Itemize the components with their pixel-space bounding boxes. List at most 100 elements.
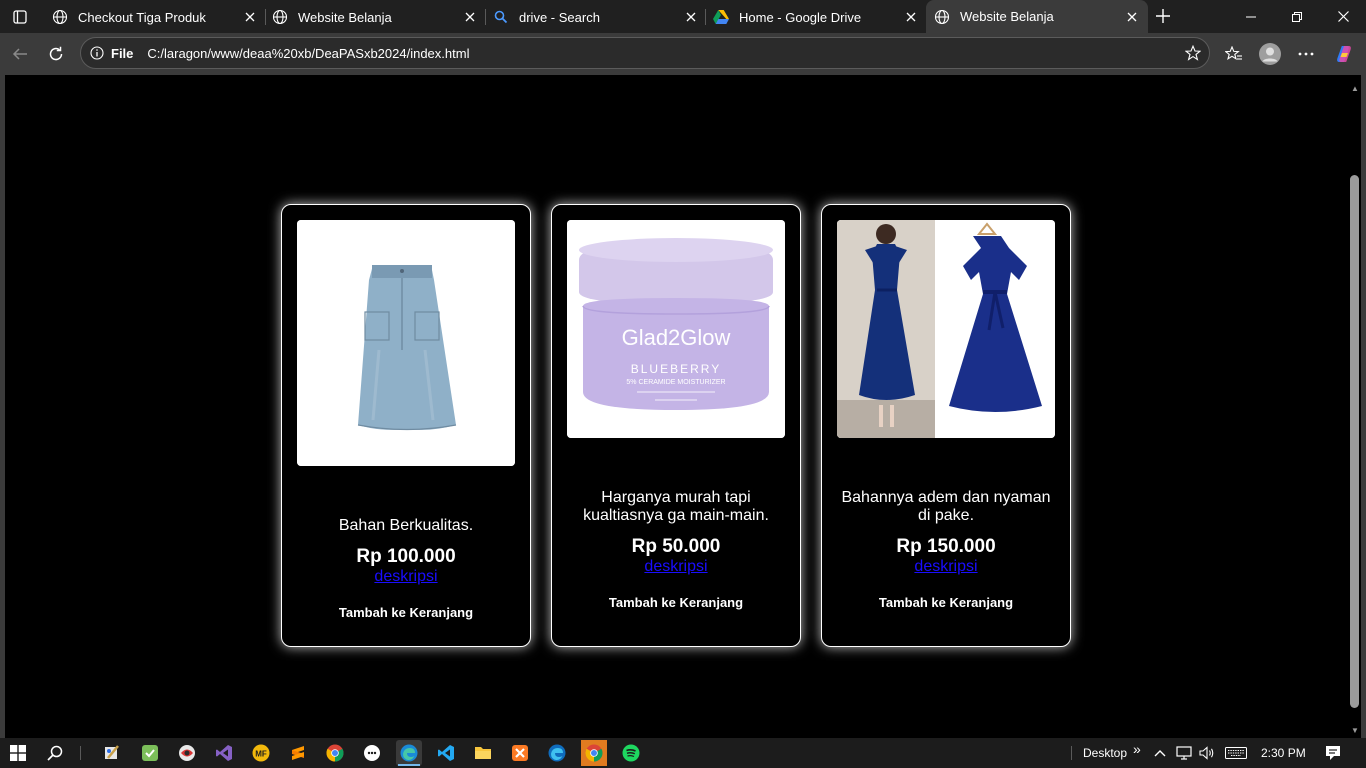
product-price: Rp 100.000 xyxy=(356,546,456,567)
window-edge xyxy=(1361,75,1366,738)
start-button[interactable] xyxy=(5,740,31,766)
tab-strip: Checkout Tiga Produk Website Belanja dri… xyxy=(0,0,1366,33)
taskbar-app-notepad[interactable] xyxy=(137,740,163,766)
add-to-cart-button[interactable]: Tambah ke Keranjang xyxy=(552,595,800,610)
product-description-link[interactable]: deskripsi xyxy=(914,558,977,575)
google-drive-icon xyxy=(713,9,729,25)
taskbar-app-visual-studio[interactable] xyxy=(211,740,237,766)
close-tab-icon[interactable] xyxy=(903,9,919,25)
keyboard-icon xyxy=(1225,747,1247,759)
product-price: Rp 150.000 xyxy=(896,536,996,557)
taskbar-divider xyxy=(80,746,81,760)
jar-subtitle-text: 5% CERAMIDE MOISTURIZER xyxy=(626,379,725,386)
product-image-navy-dress xyxy=(837,220,1055,438)
tab-google-drive[interactable]: Home - Google Drive xyxy=(705,3,927,31)
taskbar-app-edge-dev[interactable] xyxy=(544,740,570,766)
close-tab-icon[interactable] xyxy=(683,9,699,25)
tab-website-belanja-active[interactable]: Website Belanja xyxy=(926,0,1148,33)
avatar-icon xyxy=(1259,43,1281,65)
search-button[interactable] xyxy=(42,740,68,766)
favorites-button[interactable] xyxy=(1218,38,1250,70)
chrome-icon xyxy=(326,744,344,762)
edge-icon xyxy=(400,744,418,762)
close-window-button[interactable] xyxy=(1320,0,1366,33)
taskbar-app-chat[interactable] xyxy=(359,740,385,766)
notepad-check-icon xyxy=(142,745,158,761)
copilot-button[interactable] xyxy=(1328,38,1360,70)
windows-logo-icon xyxy=(10,745,26,761)
tab-website-belanja[interactable]: Website Belanja xyxy=(264,3,486,31)
tab-actions-button[interactable] xyxy=(0,0,40,33)
tab-drive-search[interactable]: drive - Search xyxy=(485,3,707,31)
copilot-icon xyxy=(1337,46,1351,62)
paint-icon xyxy=(105,745,119,759)
speaker-icon xyxy=(1199,746,1214,760)
game-app-icon xyxy=(179,745,195,761)
add-to-cart-button[interactable]: Tambah ke Keranjang xyxy=(282,605,530,620)
taskbar-app-mf[interactable]: MF xyxy=(248,740,274,766)
input-indicator-button[interactable] xyxy=(1222,740,1250,766)
settings-more-button[interactable] xyxy=(1290,38,1322,70)
taskbar-app-sublime[interactable] xyxy=(285,740,311,766)
taskbar-app-edge[interactable] xyxy=(396,740,422,766)
new-tab-button[interactable] xyxy=(1151,4,1175,28)
address-bar[interactable]: File C:/laragon/www/deaa%20xb/DeaPASxb20… xyxy=(80,37,1210,69)
product-description: Harganya murah tapi kualtiasnya ga main-… xyxy=(583,489,769,524)
favorite-star-icon[interactable] xyxy=(1177,37,1209,69)
chat-bubble-icon xyxy=(364,745,380,761)
taskbar-app-paint[interactable] xyxy=(99,740,125,766)
product-description-link[interactable]: deskripsi xyxy=(644,558,707,575)
product-card: Glad2Glow BLUEBERRY 5% CERAMIDE MOISTURI… xyxy=(551,204,801,647)
product-card: Bahannya adem dan nyaman di pake. Rp 150… xyxy=(821,204,1071,647)
tab-actions-icon xyxy=(13,9,27,24)
url-text[interactable]: C:/laragon/www/deaa%20xb/DeaPASxb2024/in… xyxy=(147,46,1177,61)
search-icon xyxy=(493,9,509,25)
taskbar-app-spotify[interactable] xyxy=(618,740,644,766)
browser-toolbar: File C:/laragon/www/deaa%20xb/DeaPASxb20… xyxy=(0,33,1366,75)
taskbar-app-chrome[interactable] xyxy=(322,740,348,766)
mf-app-icon: MF xyxy=(252,744,270,762)
taskbar-app-xampp[interactable] xyxy=(507,740,533,766)
scrollbar-thumb[interactable] xyxy=(1350,175,1359,708)
minimize-button[interactable] xyxy=(1228,0,1274,33)
scroll-up-arrow-icon[interactable]: ▲ xyxy=(1351,84,1359,93)
volume-button[interactable] xyxy=(1194,740,1220,766)
tab-title: Home - Google Drive xyxy=(739,9,862,25)
restore-button[interactable] xyxy=(1274,0,1320,33)
toolbar-overflow-chevron[interactable]: » xyxy=(1133,741,1141,757)
clock-time[interactable]: 2:30 PM xyxy=(1261,746,1306,760)
taskbar-app-file-explorer[interactable] xyxy=(470,740,496,766)
chevron-up-icon xyxy=(1154,750,1166,757)
tab-checkout[interactable]: Checkout Tiga Produk xyxy=(44,3,266,31)
jar-variant-text: BLUEBERRY xyxy=(631,362,721,376)
close-tab-icon[interactable] xyxy=(1124,9,1140,25)
more-dots-icon xyxy=(1298,52,1314,56)
refresh-button[interactable] xyxy=(40,38,72,70)
product-description-link[interactable]: deskripsi xyxy=(374,568,437,585)
desktop-toolbar-label[interactable]: Desktop xyxy=(1083,746,1127,760)
search-icon xyxy=(47,745,63,761)
profile-button[interactable] xyxy=(1254,38,1286,70)
minimize-icon xyxy=(1246,16,1256,17)
taskbar-app-game[interactable] xyxy=(174,740,200,766)
favorites-list-icon xyxy=(1225,46,1242,61)
network-icon xyxy=(1176,746,1192,760)
add-to-cart-button[interactable]: Tambah ke Keranjang xyxy=(822,595,1070,610)
tab-title: Website Belanja xyxy=(298,9,392,25)
close-tab-icon[interactable] xyxy=(242,9,258,25)
product-price: Rp 50.000 xyxy=(631,536,721,557)
taskbar-app-chrome-alt[interactable] xyxy=(581,740,607,766)
taskbar-app-vscode[interactable] xyxy=(433,740,459,766)
product-description: Bahan Berkualitas. xyxy=(338,517,474,534)
notifications-button[interactable] xyxy=(1320,740,1346,766)
info-icon[interactable] xyxy=(89,45,105,61)
show-hidden-icons-button[interactable] xyxy=(1147,740,1173,766)
spotify-icon xyxy=(622,744,640,762)
close-tab-icon[interactable] xyxy=(462,9,478,25)
globe-icon xyxy=(272,9,288,25)
back-button[interactable] xyxy=(4,38,36,70)
page-viewport: Bahan Berkualitas. Rp 100.000 deskripsi … xyxy=(5,75,1347,738)
sublime-text-icon xyxy=(292,746,304,760)
scroll-down-arrow-icon[interactable]: ▼ xyxy=(1351,726,1359,735)
product-image-denim-skirt xyxy=(297,220,515,466)
